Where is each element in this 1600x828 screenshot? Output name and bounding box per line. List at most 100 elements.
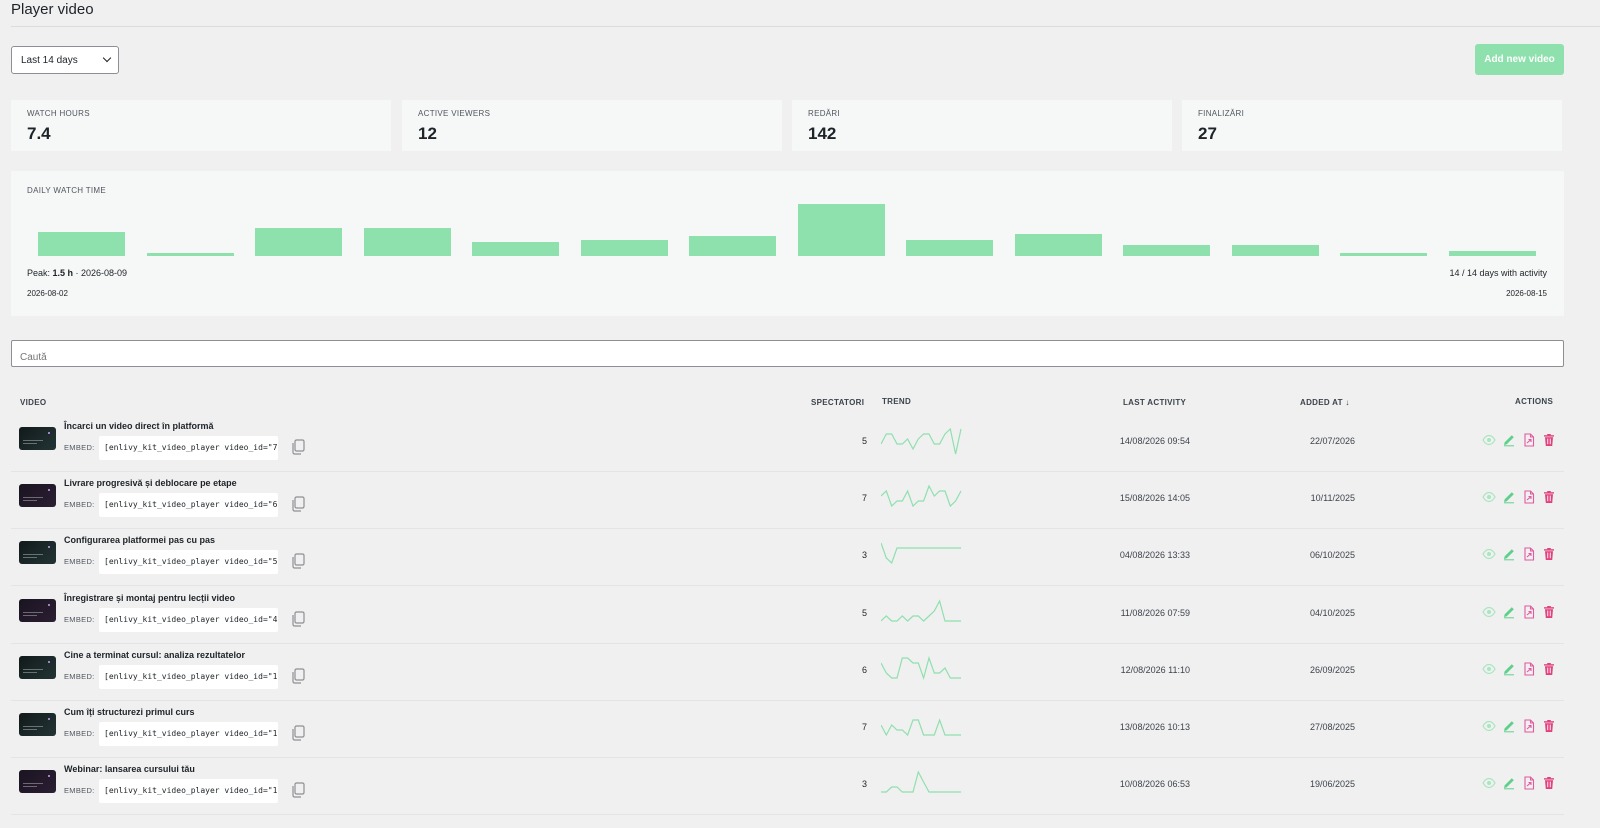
copy-icon[interactable] xyxy=(291,725,305,741)
thumbnail-dot xyxy=(48,660,50,663)
video-title[interactable]: Livrare progresivă și deblocare pe etape xyxy=(64,478,237,488)
embed-label: EMBED: xyxy=(64,443,95,452)
edit-icon[interactable] xyxy=(1502,662,1516,676)
delete-icon[interactable] xyxy=(1542,490,1556,504)
peak-summary: Peak: 1.5 h · 2026-08-09 xyxy=(27,268,127,278)
delete-icon[interactable] xyxy=(1542,547,1556,561)
embed-label: EMBED: xyxy=(64,671,95,681)
video-thumbnail[interactable] xyxy=(19,427,56,450)
view-icon[interactable] xyxy=(1482,605,1496,619)
trend-line xyxy=(881,770,961,793)
last-activity: 11/08/2026 07:59 xyxy=(1120,607,1190,618)
chart-bar xyxy=(580,240,668,256)
copy-icon[interactable] xyxy=(291,439,305,455)
edit-icon[interactable] xyxy=(1502,605,1516,619)
chart-bar xyxy=(146,253,234,256)
daily-watch-time-card: DAILY WATCH TIME Peak: 1.5 h · 2026-08-0… xyxy=(11,171,1564,316)
delete-icon[interactable] xyxy=(1542,662,1556,676)
column-header-added-at[interactable]: ADDED AT ↓ xyxy=(1300,398,1350,407)
added-at: 27/08/2025 xyxy=(1309,722,1355,732)
video-thumbnail[interactable] xyxy=(19,770,56,794)
delete-icon[interactable] xyxy=(1542,433,1556,447)
date-range-select[interactable]: Last 14 days xyxy=(11,46,119,74)
table-row: Configurarea platformei pas cu pas EMBED:… xyxy=(11,529,1564,587)
export-icon[interactable] xyxy=(1522,605,1536,619)
video-title[interactable]: Înregistrare și montaj pentru lecții vid… xyxy=(64,593,235,603)
copy-icon[interactable] xyxy=(291,553,305,569)
view-icon[interactable] xyxy=(1482,719,1496,733)
edit-icon[interactable] xyxy=(1502,719,1516,733)
edit-icon[interactable] xyxy=(1502,547,1516,561)
chart-bar xyxy=(1231,245,1319,256)
player-video-page: Player video Last 14 days Add new video … xyxy=(0,0,1600,828)
chart-bar xyxy=(689,236,776,256)
export-icon[interactable] xyxy=(1522,433,1536,447)
chart-bar xyxy=(1448,251,1536,256)
edit-icon[interactable] xyxy=(1502,490,1516,504)
thumbnail-text-line xyxy=(23,611,43,613)
embed-code-field[interactable]: [enlivy_kit_video_player video_id="6 xyxy=(99,493,278,518)
video-title[interactable]: Configurarea platformei pas cu pas xyxy=(64,535,215,545)
video-title[interactable]: Încarci un video direct în platformă xyxy=(64,421,214,431)
embed-code-field[interactable]: [enlivy_kit_video_player video_id="5 xyxy=(99,550,278,575)
title-divider xyxy=(11,26,1600,27)
view-icon[interactable] xyxy=(1482,776,1496,790)
trend-sparkline xyxy=(881,427,962,455)
stat-label: WATCH HOURS xyxy=(27,109,90,118)
view-icon[interactable] xyxy=(1482,433,1496,447)
view-icon[interactable] xyxy=(1482,662,1496,676)
export-icon[interactable] xyxy=(1522,547,1536,561)
peak-value: 1.5 h xyxy=(52,268,74,278)
last-activity: 13/08/2026 10:13 xyxy=(1119,722,1190,732)
added-at: 22/07/2026 xyxy=(1309,436,1355,446)
trend-line xyxy=(881,427,962,455)
export-icon[interactable] xyxy=(1522,776,1536,790)
page-title: Player video xyxy=(11,1,94,18)
edit-icon[interactable] xyxy=(1502,433,1516,447)
stat-card-plays: REDĂRI 142 xyxy=(792,100,1172,151)
table-row: Încarci un video direct în platformă EMBE… xyxy=(11,415,1564,472)
export-icon[interactable] xyxy=(1522,490,1536,504)
view-icon[interactable] xyxy=(1482,490,1496,504)
delete-icon[interactable] xyxy=(1542,776,1556,790)
embed-code-field[interactable]: [enlivy_kit_video_player video_id="1 xyxy=(99,722,278,746)
video-thumbnail[interactable] xyxy=(19,655,56,679)
added-at: 19/06/2025 xyxy=(1309,779,1355,790)
export-icon[interactable] xyxy=(1522,719,1536,733)
last-activity: 12/08/2026 11:10 xyxy=(1120,664,1190,675)
edit-icon[interactable] xyxy=(1502,776,1516,790)
copy-icon[interactable] xyxy=(291,610,305,627)
embed-code-field[interactable]: [enlivy_kit_video_player video_id="1 xyxy=(99,779,278,804)
embed-code-field[interactable]: [enlivy_kit_video_player video_id="4 xyxy=(99,607,278,632)
table-row: Înregistrare și montaj pentru lecții vid… xyxy=(11,587,1564,644)
embed-code-field[interactable]: [enlivy_kit_video_player video_id="7 xyxy=(99,436,278,460)
column-header-video: VIDEO xyxy=(20,398,47,407)
thumbnail-text-line xyxy=(23,554,43,556)
search-input[interactable] xyxy=(11,340,1564,367)
video-thumbnail[interactable] xyxy=(19,598,56,622)
video-title[interactable]: Cine a terminat cursul: analiza rezultat… xyxy=(64,650,245,660)
video-title[interactable]: Webinar: lansarea cursului tău xyxy=(64,764,195,774)
video-thumbnail[interactable] xyxy=(19,541,56,565)
spectators-count: 5 xyxy=(861,436,867,446)
copy-icon[interactable] xyxy=(291,782,305,798)
copy-icon[interactable] xyxy=(291,496,305,512)
export-icon[interactable] xyxy=(1522,662,1536,676)
view-icon[interactable] xyxy=(1482,547,1496,561)
thumbnail-text-line xyxy=(23,729,37,730)
chart-bar xyxy=(363,228,451,256)
last-activity: 10/08/2026 06:53 xyxy=(1119,779,1190,790)
embed-code-field[interactable]: [enlivy_kit_video_player video_id="1 xyxy=(99,664,278,689)
video-title[interactable]: Cum îți structurezi primul curs xyxy=(64,707,195,717)
video-thumbnail[interactable] xyxy=(19,484,56,508)
column-header-actions: ACTIONS xyxy=(1515,397,1554,406)
last-activity: 15/08/2026 14:05 xyxy=(1119,493,1190,504)
embed-label: EMBED: xyxy=(64,500,95,510)
chart-bar xyxy=(255,228,342,256)
delete-icon[interactable] xyxy=(1542,605,1556,619)
column-header-last-activity[interactable]: LAST ACTIVITY xyxy=(1123,398,1186,407)
delete-icon[interactable] xyxy=(1542,719,1556,733)
video-thumbnail[interactable] xyxy=(19,713,56,736)
copy-icon[interactable] xyxy=(291,668,305,684)
add-new-video-button[interactable]: Add new video xyxy=(1475,44,1564,75)
